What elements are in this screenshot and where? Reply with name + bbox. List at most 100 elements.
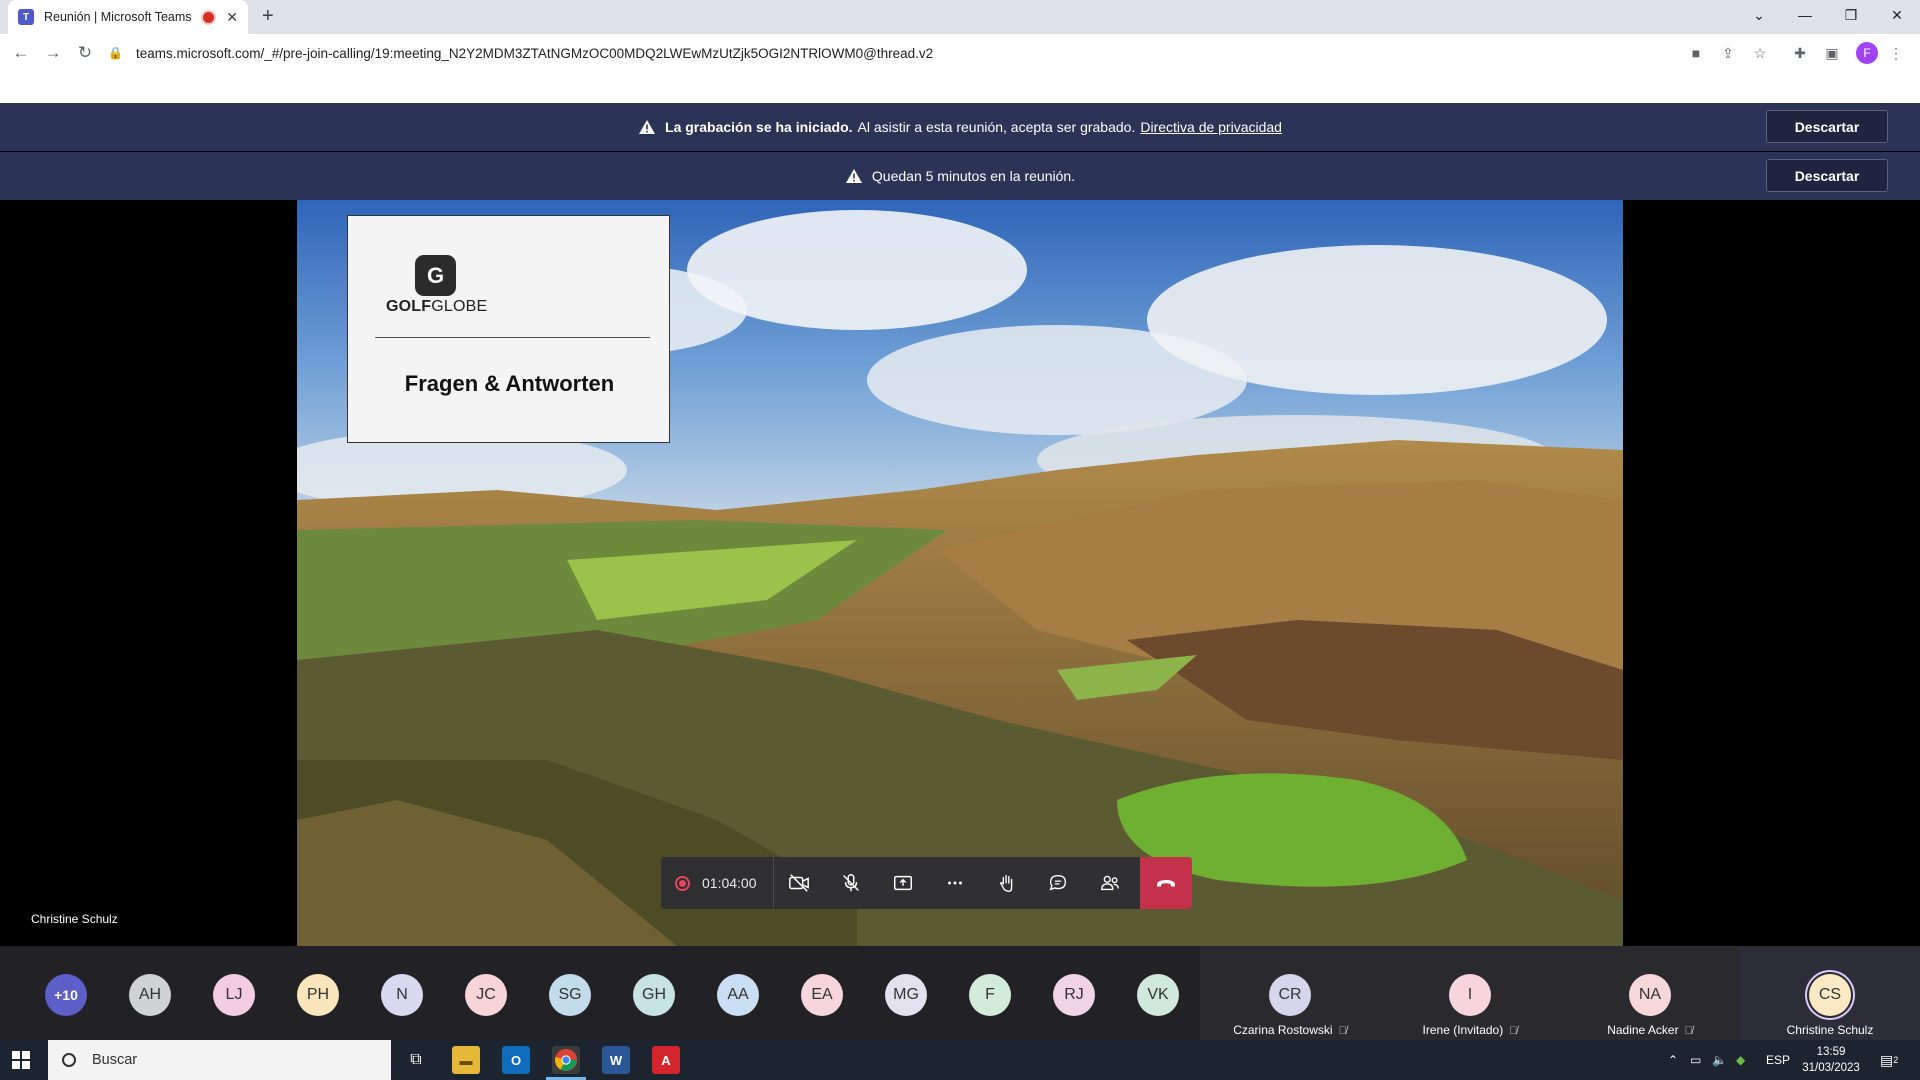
- muted-mic-icon: 🎙̸: [1509, 1025, 1518, 1037]
- participant-name-row: Nadine Acker 🎙̸: [1560, 1023, 1740, 1037]
- golfglobe-logo-icon: G: [415, 255, 456, 296]
- participant-avatar[interactable]: MG: [885, 974, 927, 1016]
- volume-icon[interactable]: 🔈: [1712, 1040, 1727, 1080]
- participant-tile[interactable]: NA Nadine Acker 🎙̸: [1560, 946, 1740, 1040]
- taskbar-clock[interactable]: 13:59 31/03/2023: [1794, 1044, 1868, 1076]
- participant-name: Christine Schulz: [1786, 1023, 1874, 1037]
- profile-avatar[interactable]: F: [1856, 42, 1878, 64]
- participant-avatar[interactable]: F: [969, 974, 1011, 1016]
- tab-search-icon[interactable]: ⌄: [1736, 0, 1782, 30]
- language-indicator[interactable]: ESP: [1766, 1040, 1790, 1080]
- participant-tile[interactable]: CR Czarina Rostowski 🎙̸: [1200, 946, 1380, 1040]
- reload-icon[interactable]: ↻: [72, 40, 98, 66]
- restore-button[interactable]: ❐: [1828, 0, 1874, 30]
- chat-button[interactable]: [1033, 857, 1085, 909]
- slide-title: Fragen & Antworten: [404, 371, 615, 396]
- mic-off-button[interactable]: [825, 857, 877, 909]
- participant-name: Czarina Rostowski: [1233, 1023, 1333, 1037]
- call-control-bar: 01:04:00: [661, 857, 1192, 909]
- raise-hand-button[interactable]: [981, 857, 1033, 909]
- participant-tile[interactable]: CS Christine Schulz: [1740, 946, 1920, 1040]
- participant-avatar[interactable]: JC: [465, 974, 507, 1016]
- chat-icon: [1050, 874, 1067, 891]
- recording-icon: [675, 875, 690, 891]
- url-text: teams.microsoft.com/_#/pre-join-calling/…: [136, 45, 934, 61]
- tab-close-icon[interactable]: ✕: [226, 9, 238, 26]
- participant-avatar: NA: [1629, 974, 1671, 1016]
- share-screen-button[interactable]: [877, 857, 929, 909]
- acrobat-icon[interactable]: A: [652, 1046, 680, 1074]
- taskbar-search-placeholder: Buscar: [92, 1052, 138, 1068]
- lock-icon: 🔒: [108, 46, 123, 60]
- extensions-icon[interactable]: ✚: [1790, 43, 1810, 63]
- participants-button[interactable]: [1084, 857, 1136, 909]
- side-panel-icon[interactable]: ▣: [1822, 43, 1842, 63]
- participant-avatar[interactable]: PH: [297, 974, 339, 1016]
- forward-icon[interactable]: →: [40, 40, 66, 66]
- logo-rest: GLOBE: [431, 298, 488, 315]
- privacy-policy-link[interactable]: Directiva de privacidad: [1140, 119, 1282, 135]
- participant-name-row: Irene (Invitado) 🎙̸: [1380, 1023, 1560, 1037]
- address-field[interactable]: 🔒 teams.microsoft.com/_#/pre-join-callin…: [108, 38, 1798, 68]
- participant-tile[interactable]: I Irene (Invitado) 🎙̸: [1380, 946, 1560, 1040]
- windows-taskbar: Buscar ⧉ ▬ O W A ⌃ ▭ 🔈 ◆ ESP 13:59 31/03…: [0, 1040, 1920, 1080]
- camera-in-use-icon[interactable]: ■: [1686, 43, 1706, 63]
- dismiss-time-left-button[interactable]: Descartar: [1766, 159, 1888, 192]
- participant-avatar: CS: [1809, 974, 1851, 1016]
- outlook-icon[interactable]: O: [502, 1046, 530, 1074]
- participant-name: Nadine Acker: [1607, 1023, 1679, 1037]
- camera-off-button[interactable]: [774, 857, 826, 909]
- browser-tab[interactable]: T Reunión | Microsoft Teams ✕: [8, 0, 248, 34]
- recording-banner: La grabación se ha iniciado. Al asistir …: [0, 103, 1920, 151]
- participant-avatar[interactable]: EA: [801, 974, 843, 1016]
- more-options-button[interactable]: [929, 857, 981, 909]
- participant-avatar[interactable]: RJ: [1053, 974, 1095, 1016]
- back-icon[interactable]: ←: [8, 40, 34, 66]
- recording-timer: 01:04:00: [661, 857, 774, 909]
- share-page-icon[interactable]: ⇪: [1718, 43, 1738, 63]
- participant-name-row: Christine Schulz: [1740, 1023, 1920, 1037]
- participant-avatar[interactable]: SG: [549, 974, 591, 1016]
- participant-avatar[interactable]: GH: [633, 974, 675, 1016]
- network-icon[interactable]: ▭: [1690, 1040, 1701, 1080]
- warning-icon: [845, 169, 862, 183]
- bookmark-star-icon[interactable]: ☆: [1750, 43, 1770, 63]
- participant-avatar[interactable]: VK: [1137, 974, 1179, 1016]
- participant-avatar[interactable]: N: [381, 974, 423, 1016]
- participant-avatar: I: [1449, 974, 1491, 1016]
- minimize-button[interactable]: —: [1782, 0, 1828, 30]
- taskbar-search-box[interactable]: Buscar: [48, 1040, 391, 1080]
- teams-favicon-icon: T: [18, 9, 34, 25]
- mic-off-icon: [843, 874, 860, 892]
- time-left-banner: Quedan 5 minutos en la reunión. Descarta…: [0, 152, 1920, 200]
- time-left-text: Quedan 5 minutos en la reunión.: [871, 168, 1076, 184]
- tray-chevron-icon[interactable]: ⌃: [1668, 1040, 1678, 1080]
- more-icon: [947, 881, 962, 885]
- recording-banner-text: Al asistir a esta reunión, acepta ser gr…: [857, 119, 1136, 135]
- share-screen-icon: [894, 875, 913, 891]
- participant-avatar[interactable]: AH: [129, 974, 171, 1016]
- muted-mic-icon: 🎙̸: [1338, 1025, 1347, 1037]
- notifications-icon[interactable]: ▤ 2: [1880, 1040, 1898, 1080]
- dismiss-recording-button[interactable]: Descartar: [1766, 110, 1888, 143]
- recording-indicator-icon: [203, 11, 215, 23]
- security-tray-icon[interactable]: ◆: [1736, 1040, 1745, 1080]
- task-view-icon[interactable]: ⧉: [402, 1046, 430, 1074]
- participant-avatar: CR: [1269, 974, 1311, 1016]
- more-participants-button[interactable]: +10: [45, 974, 87, 1016]
- new-tab-button[interactable]: +: [262, 5, 274, 28]
- close-window-button[interactable]: ✕: [1874, 0, 1920, 30]
- browser-menu-icon[interactable]: ⋮: [1886, 43, 1906, 63]
- meeting-stage: G GOLFGLOBE Fragen & Antworten Christine…: [0, 200, 1920, 946]
- slide-divider: [375, 337, 650, 338]
- participants-icon: [1101, 875, 1120, 891]
- participant-avatar[interactable]: AA: [717, 974, 759, 1016]
- browser-tab-bar: T Reunión | Microsoft Teams ✕ + ⌄ — ❐ ✕: [0, 0, 1920, 34]
- leave-call-button[interactable]: [1140, 857, 1192, 909]
- windows-start-icon[interactable]: [12, 1051, 30, 1069]
- chrome-icon[interactable]: [552, 1046, 580, 1074]
- logo-bold: GOLF: [386, 298, 432, 315]
- file-explorer-icon[interactable]: ▬: [452, 1046, 480, 1074]
- participant-avatar[interactable]: LJ: [213, 974, 255, 1016]
- word-icon[interactable]: W: [602, 1046, 630, 1074]
